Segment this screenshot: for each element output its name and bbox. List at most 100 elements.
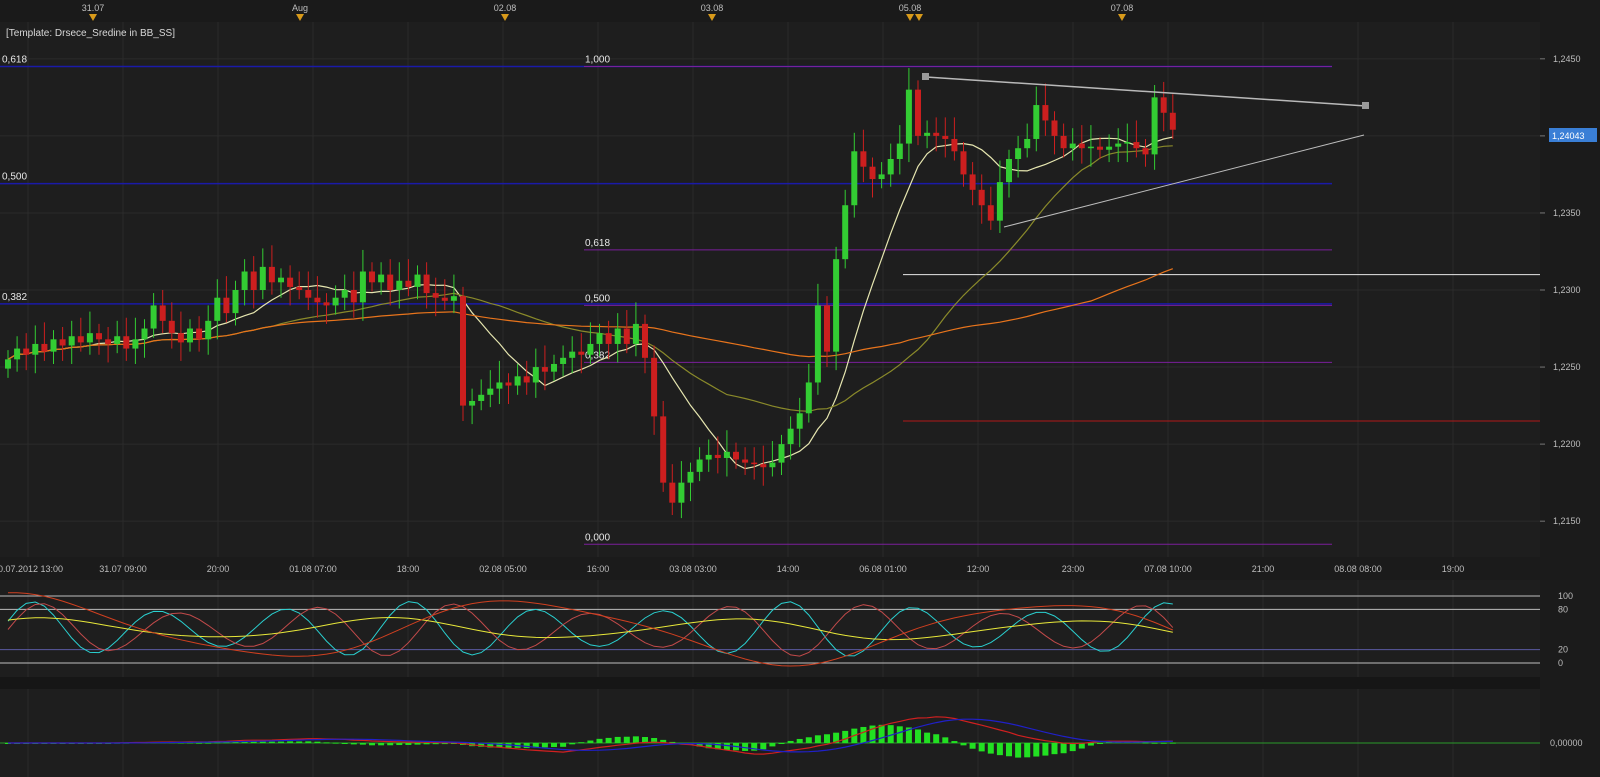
macd-histogram-bar [605, 737, 612, 743]
candle-bullish [341, 290, 348, 298]
macd-histogram-bar [359, 743, 366, 745]
macd-histogram-bar [196, 742, 203, 744]
price-tick-label: 1,2150 [1553, 516, 1581, 526]
macd-histogram-bar [551, 743, 557, 748]
macd-histogram-bar [632, 736, 639, 743]
time-tick-label: 07.08 10:00 [1144, 564, 1192, 574]
macd-histogram-bar [942, 737, 949, 743]
candle-bullish [187, 328, 193, 343]
macd-histogram-bar [1006, 743, 1012, 757]
macd-histogram-bar [332, 742, 339, 744]
candle-bearish [168, 320, 175, 334]
candle-bearish [96, 333, 102, 340]
macd-histogram-bar [268, 741, 275, 743]
candle-bearish [268, 266, 275, 283]
price-tick-label: 1,2450 [1553, 54, 1581, 64]
candle-bullish [278, 277, 284, 283]
top-date-label: 03.08 [701, 3, 724, 13]
trendline-handle-right[interactable] [1362, 102, 1369, 109]
candle-bullish [514, 376, 521, 386]
candle-bullish [359, 271, 366, 303]
candle-bullish [814, 305, 821, 383]
candle-bullish [905, 89, 912, 144]
candle-bullish [805, 382, 812, 414]
macd-histogram-bar [760, 743, 767, 750]
macd-histogram-bar [723, 743, 730, 751]
candle-bullish [687, 471, 694, 483]
candle-bullish [150, 305, 157, 329]
fib-label-right: 0,618 [585, 238, 610, 249]
candle-bullish [796, 413, 803, 429]
candle-bearish [714, 454, 721, 458]
candle-bullish [705, 454, 712, 460]
time-tick-label: 03.08 03:00 [669, 564, 717, 574]
macd-histogram-bar [860, 726, 867, 743]
candle-bullish [1033, 105, 1040, 139]
candle-bearish [860, 151, 867, 167]
candle-bearish [369, 271, 375, 283]
candle-bullish [1015, 148, 1022, 159]
time-tick-label: 16:00 [587, 564, 610, 574]
time-tick-label: 23:00 [1062, 564, 1085, 574]
candle-bullish [86, 333, 93, 343]
candle-bullish [833, 259, 840, 352]
candle-bearish [942, 135, 949, 139]
candle-bullish [842, 205, 849, 260]
macd-histogram-bar [878, 724, 885, 743]
candle-bearish [960, 151, 967, 175]
current-price-text: 1,24043 [1552, 131, 1585, 141]
candle-bearish [651, 357, 658, 417]
time-tick-label: 18:00 [397, 564, 420, 574]
candle-bearish [751, 462, 758, 465]
macd-histogram-bar [987, 743, 994, 754]
macd-histogram-bar [896, 726, 903, 743]
candle-bullish [551, 363, 557, 372]
macd-histogram-bar [951, 741, 958, 743]
macd-histogram-bar [305, 741, 312, 743]
candle-bullish [596, 333, 603, 344]
price-tick-label: 1,2200 [1553, 439, 1581, 449]
time-axis-strip [0, 557, 1540, 580]
candle-bullish [614, 328, 621, 344]
top-date-label: Aug [292, 3, 308, 13]
price-axis-strip [1540, 0, 1600, 777]
stochastic-panel[interactable] [0, 580, 1540, 677]
candle-bearish [605, 333, 612, 344]
macd-histogram-bar [1024, 743, 1031, 758]
macd-histogram-bar [623, 736, 630, 743]
macd-histogram-bar [1051, 743, 1058, 755]
candle-bullish [114, 336, 121, 344]
macd-histogram-bar [378, 743, 385, 746]
candle-bearish [196, 328, 203, 340]
candle-bullish [1069, 143, 1076, 149]
macd-histogram-bar [541, 743, 548, 748]
candle-bearish [1078, 143, 1085, 149]
candle-bearish [742, 459, 749, 463]
candle-bullish [878, 174, 885, 180]
candle-bearish [177, 333, 184, 343]
trading-chart[interactable]: 31.07 Aug 02.08 03.08 05.08 07.08 30.07.2012 … [0, 0, 1600, 777]
macd-panel[interactable] [0, 689, 1540, 777]
macd-histogram-bar [1142, 742, 1149, 744]
candle-bullish [896, 143, 903, 159]
candle-bearish [669, 482, 676, 503]
trendline-handle-left[interactable] [922, 73, 929, 80]
candle-bearish [441, 297, 448, 301]
stochastic-level-label: 20 [1558, 645, 1568, 655]
macd-histogram-bar [996, 743, 1003, 756]
template-label: [Template: Drsece_Sredine in BB_SS] [6, 28, 175, 39]
candle-bearish [987, 205, 994, 221]
macd-histogram-bar [1069, 743, 1076, 752]
candle-bearish [869, 166, 876, 180]
macd-histogram-bar [778, 743, 785, 744]
candle-bullish [469, 400, 476, 406]
macd-histogram-bar [587, 740, 594, 743]
candle-bullish [924, 132, 931, 136]
time-tick-label: 02.08 05:00 [479, 564, 527, 574]
macd-histogram-bar [924, 732, 931, 743]
candle-bearish [123, 336, 130, 349]
macd-histogram-bar [614, 736, 621, 743]
candle-bullish [487, 388, 494, 395]
candle-bullish [1024, 138, 1031, 149]
candle-bearish [824, 305, 830, 352]
